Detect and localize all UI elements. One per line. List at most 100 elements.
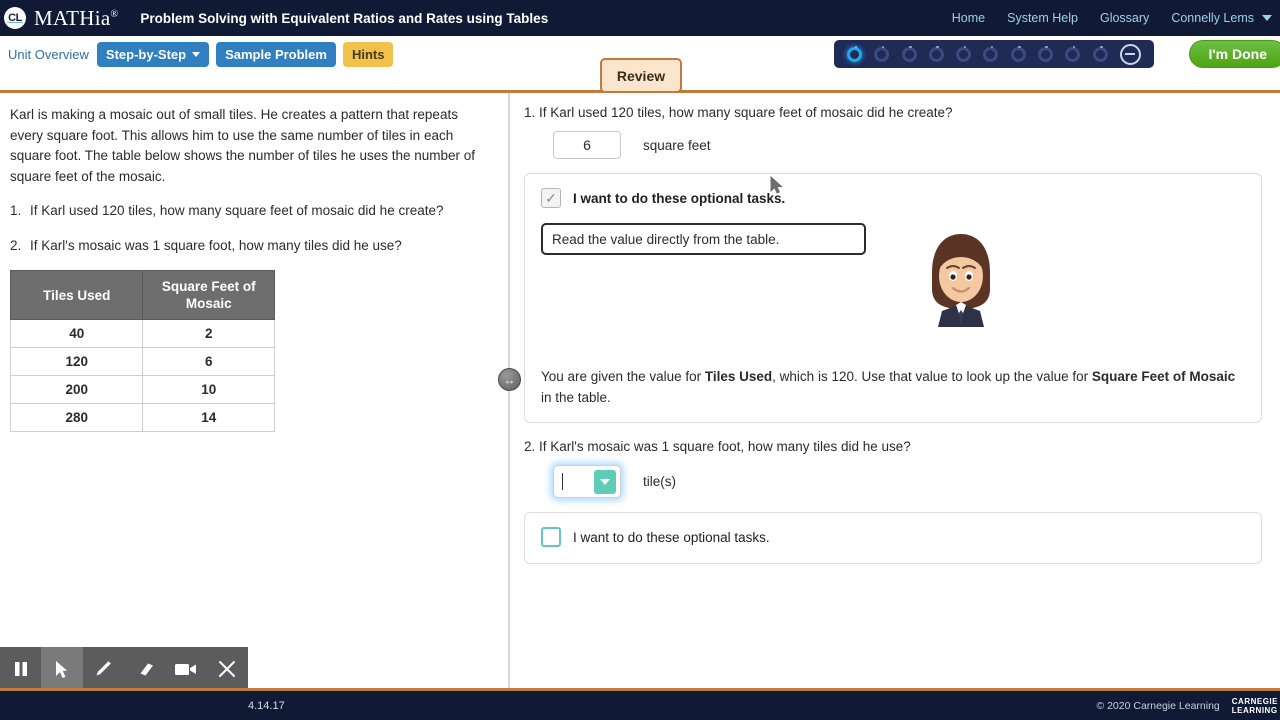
sample-problem-button[interactable]: Sample Problem <box>216 41 336 67</box>
eraser-icon <box>140 663 153 676</box>
review-tab[interactable]: Review <box>600 58 682 93</box>
step-by-step-button[interactable]: Step-by-Step <box>96 41 210 67</box>
left-question-2: 2. If Karl's mosaic was 1 square foot, ho… <box>10 236 484 257</box>
progress-dot-2[interactable] <box>874 45 890 62</box>
question-2-answer-input[interactable] <box>553 465 621 498</box>
registered-mark: ® <box>110 8 119 20</box>
pause-icon <box>14 662 27 676</box>
progress-dot-4[interactable] <box>928 45 944 62</box>
left-question-1: 1. If Karl used 120 tiles, how many squar… <box>10 201 484 222</box>
hints-button[interactable]: Hints <box>342 41 394 67</box>
progress-dot-3[interactable] <box>901 45 917 62</box>
explanation-term-2: Square Feet of Mosaic <box>1091 369 1236 384</box>
question-2-optional-checkbox-label: I want to do these optional tasks. <box>573 529 770 545</box>
im-done-button[interactable]: I'm Done <box>1189 40 1280 68</box>
progress-dot-9[interactable] <box>1065 45 1081 62</box>
left-question-1-text: If Karl used 120 tiles, how many square … <box>30 203 444 218</box>
question-2-unit-label: tile(s) <box>643 474 676 489</box>
mouse-pointer-icon <box>770 176 783 194</box>
cell-tiles-4: 280 <box>9 403 144 432</box>
cell-tiles-3: 200 <box>9 375 144 404</box>
mathia-app: CL MATHia® Problem Solving with Equivale… <box>0 0 1280 720</box>
question-1-answer-input[interactable]: 6 <box>553 131 621 159</box>
table-row: 280 14 <box>9 403 275 432</box>
cursor-tool-button[interactable] <box>41 647 83 691</box>
workspace: Karl is making a mosaic out of small til… <box>0 93 1280 691</box>
progress-dot-10[interactable] <box>1092 45 1108 62</box>
progress-tracker <box>834 40 1154 68</box>
nav-link-home[interactable]: Home <box>952 11 985 25</box>
footer-bar: 4.14.17 © 2020 Carnegie Learning CARNEGI… <box>0 691 1280 720</box>
question-1-prompt: 1. If Karl used 120 tiles, how many squa… <box>524 105 953 120</box>
mathia-brand: MATHia® <box>34 6 118 31</box>
progress-dot-6[interactable] <box>983 45 999 62</box>
cell-tiles-2: 120 <box>9 347 144 376</box>
table-row: 200 10 <box>9 375 275 404</box>
explanation-suffix: in the table. <box>541 390 611 405</box>
explanation-prefix: You are given the value for <box>541 369 705 384</box>
progress-dot-5[interactable] <box>956 45 972 62</box>
footer-logo-line-1: CARNEGIE <box>1231 696 1278 706</box>
screen-recorder-toolbar <box>0 647 248 691</box>
cell-feet-2: 6 <box>142 347 275 376</box>
question-1-hint-box[interactable]: Read the value directly from the table. <box>541 223 866 255</box>
top-navigation-bar: CL MATHia® Problem Solving with Equivale… <box>0 0 1280 36</box>
explanation-term-1: Tiles Used <box>704 369 773 384</box>
step-by-step-label: Step-by-Step <box>105 46 187 62</box>
progress-dot-7[interactable] <box>1010 45 1026 62</box>
progress-dot-1[interactable] <box>847 45 863 62</box>
question-2-prompt: 2. If Karl's mosaic was 1 square foot, h… <box>524 439 911 454</box>
copyright-label: © 2020 Carnegie Learning <box>1096 699 1220 712</box>
cell-feet-4: 14 <box>142 403 275 432</box>
table-header-row: Tiles Used Square Feet of Mosaic <box>9 270 275 320</box>
question-2-optional-checkbox-row[interactable]: I want to do these optional tasks. <box>541 527 1245 547</box>
table-row: 120 6 <box>9 347 275 376</box>
camera-icon <box>174 664 196 675</box>
worked-example-panel: 1. If Karl used 120 tiles, how many squa… <box>512 93 1280 691</box>
question-1-explanation: You are given the value for Tiles Used, … <box>541 366 1245 408</box>
left-question-2-number: 2. <box>10 237 22 253</box>
cell-feet-1: 2 <box>142 319 275 348</box>
cell-tiles-1: 40 <box>9 319 144 348</box>
version-label: 4.14.17 <box>248 699 285 712</box>
question-2-dropdown-button[interactable] <box>594 470 616 494</box>
carnegie-learning-footer-logo: CARNEGIE LEARNING <box>1232 697 1278 715</box>
nav-link-glossary[interactable]: Glossary <box>1100 11 1149 25</box>
collapse-progress-icon[interactable] <box>1119 43 1141 65</box>
close-icon <box>219 661 236 677</box>
chevron-down-icon <box>192 51 201 57</box>
text-caret <box>562 473 563 490</box>
brand-name: MATHia <box>34 5 111 30</box>
progress-dot-8[interactable] <box>1037 45 1053 62</box>
panel-resize-handle[interactable]: ↔ <box>498 368 521 391</box>
nav-link-system-help[interactable]: System Help <box>1007 11 1078 25</box>
unit-overview-link[interactable]: Unit Overview <box>8 47 89 62</box>
chevron-down-icon[interactable] <box>1262 15 1272 21</box>
eraser-tool-button[interactable] <box>124 647 165 691</box>
ratio-table: Tiles Used Square Feet of Mosaic 40 2 12… <box>9 270 275 432</box>
pencil-tool-button[interactable] <box>83 647 124 691</box>
panel-divider <box>508 93 510 691</box>
carnegie-learning-logo-icon: CL <box>4 7 26 29</box>
close-recorder-button[interactable] <box>207 647 248 691</box>
chevron-down-icon <box>600 479 610 485</box>
cell-feet-3: 10 <box>142 375 275 404</box>
left-question-2-text: If Karl's mosaic was 1 square foot, how … <box>30 237 402 253</box>
nav-link-user-menu[interactable]: Connelly Lems <box>1171 11 1254 25</box>
question-1-optional-checkbox-row[interactable]: ✓ I want to do these optional tasks. <box>541 188 1245 208</box>
table-header-square-feet: Square Feet of Mosaic <box>142 270 275 320</box>
question-2-optional-checkbox[interactable] <box>541 527 561 547</box>
pause-button[interactable] <box>0 647 41 691</box>
question-2-answer-row: tile(s) <box>553 465 1262 498</box>
pencil-icon <box>96 661 112 676</box>
scenario-text: Karl is making a mosaic out of small til… <box>10 107 476 184</box>
table-row: 40 2 <box>9 319 275 348</box>
top-nav-links: Home System Help Glossary Connelly Lems <box>952 11 1280 25</box>
table-header-tiles-used: Tiles Used <box>9 270 144 320</box>
question-1-optional-tasks-card: ✓ I want to do these optional tasks. Rea… <box>524 173 1262 423</box>
left-question-1-number: 1. <box>10 203 22 218</box>
record-video-button[interactable] <box>165 647 206 691</box>
resize-arrows-icon: ↔ <box>503 372 516 387</box>
question-1-optional-checkbox[interactable]: ✓ <box>541 188 561 208</box>
tutor-avatar <box>932 234 990 327</box>
